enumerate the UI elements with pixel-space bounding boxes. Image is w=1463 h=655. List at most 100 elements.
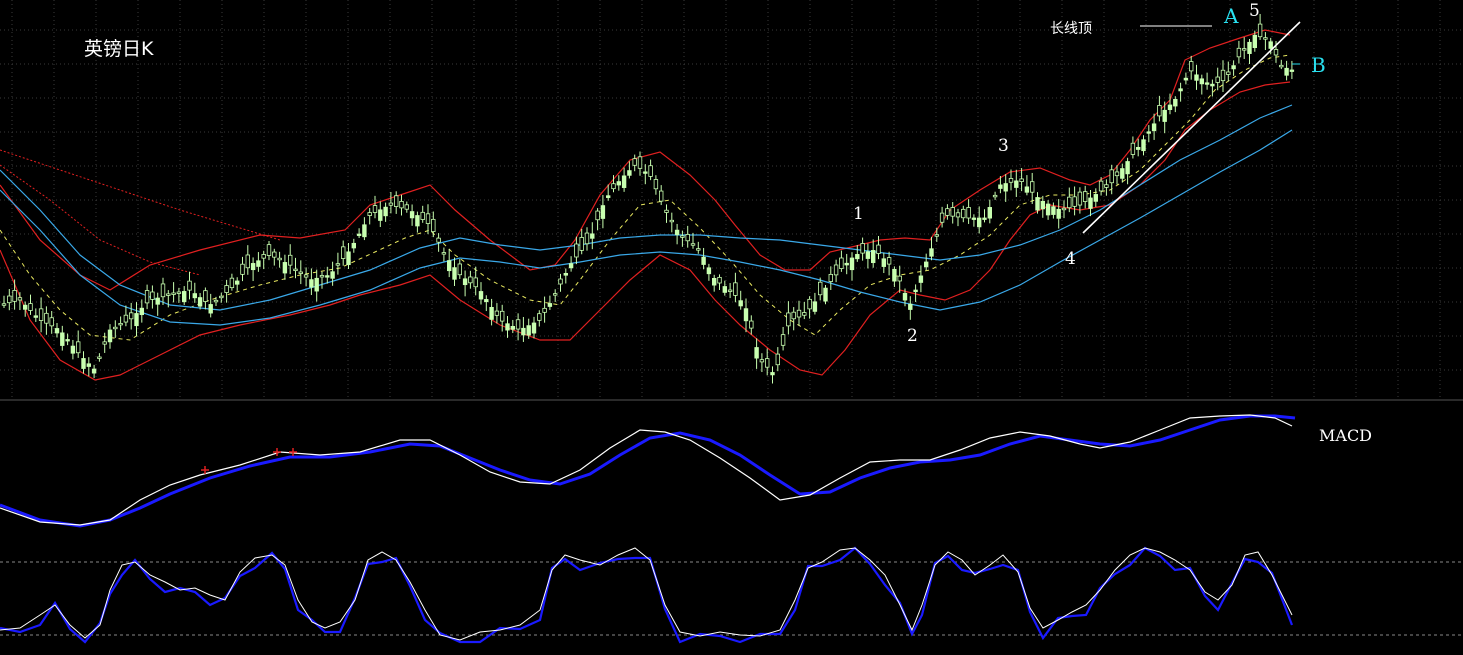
candle-body [1130, 142, 1136, 155]
candle-body [579, 237, 584, 251]
candle-body [176, 291, 182, 294]
candle-body [876, 244, 881, 254]
candle-body [659, 190, 664, 202]
trend-lines [1082, 21, 1301, 234]
candle-body [844, 262, 849, 266]
candle-body [1189, 61, 1194, 72]
lower-band-line [0, 81, 1291, 381]
candle-body [12, 289, 17, 302]
candle-body [1061, 207, 1067, 211]
candle-body [150, 291, 155, 300]
candle-body [1088, 197, 1093, 209]
candle-body [977, 217, 982, 228]
candle-body [139, 307, 144, 316]
candle-body [881, 258, 886, 267]
candle-body [404, 204, 409, 210]
candle-body [632, 158, 637, 166]
candle-body [1114, 171, 1120, 177]
candle-body [362, 224, 367, 238]
candle-body [1146, 131, 1151, 134]
candle-body [484, 299, 489, 303]
candle-body [489, 306, 494, 320]
forex-chart-canvas [0, 0, 1463, 644]
candle-body [293, 268, 298, 271]
macd-panel [0, 414, 1296, 528]
candle-body [648, 165, 653, 177]
candle-body [436, 237, 441, 243]
candle-body [1162, 109, 1167, 122]
candle-body [1051, 206, 1056, 215]
candle-body [33, 315, 38, 318]
candle-body [717, 276, 722, 284]
candle-body [939, 212, 945, 223]
upper-band-line [0, 29, 1291, 291]
annotation-wave-3: 3 [998, 136, 1009, 156]
candle-body [1273, 49, 1279, 56]
candle-body [664, 209, 669, 213]
chart-title: 英镑日K [84, 38, 154, 60]
candle-body [955, 212, 961, 218]
candle-body [1231, 65, 1236, 70]
candle-body [913, 289, 918, 293]
candle-body [855, 254, 860, 260]
candle-body [409, 211, 415, 219]
candle-body [1199, 78, 1204, 85]
candle-body [574, 243, 579, 258]
candle-body [1019, 178, 1024, 183]
candle-body [971, 217, 977, 220]
candle-body [192, 293, 197, 299]
candle-body [22, 304, 28, 310]
candle-body [1178, 88, 1183, 92]
candle-body [1173, 99, 1178, 107]
candle-body [1056, 208, 1061, 219]
candle-body [1257, 23, 1263, 38]
candle-body [60, 332, 65, 346]
candle-body [701, 256, 706, 265]
candle-body [431, 218, 436, 233]
macd-signal-line [0, 414, 1296, 528]
candle-body [1284, 67, 1289, 76]
candle-body [356, 233, 362, 236]
candle-body [606, 195, 611, 198]
candlestick-series [1, 13, 1295, 384]
candle-body [282, 262, 288, 274]
candle-body [1157, 105, 1162, 117]
moving-average-lines [0, 104, 1293, 326]
candle-body [531, 322, 537, 334]
candle-body [611, 183, 616, 190]
candle-body [468, 276, 473, 284]
candle-body [722, 286, 727, 293]
candle-body [871, 250, 876, 264]
candle-body [1083, 191, 1088, 202]
candle-body [187, 280, 192, 291]
candle-body [1104, 184, 1109, 188]
candle-body [346, 251, 351, 266]
candle-body [690, 243, 696, 246]
candle-body [473, 277, 478, 288]
candle-body [590, 233, 595, 239]
candle-body [1125, 161, 1130, 175]
candle-body [780, 334, 786, 346]
candle-body [372, 205, 378, 213]
candle-body [706, 267, 712, 275]
candle-body [616, 181, 621, 186]
candle-body [224, 285, 229, 293]
candle-body [28, 303, 33, 311]
candle-body [1226, 71, 1231, 75]
candle-body [378, 209, 383, 221]
candle-body [219, 295, 224, 299]
candle-body [107, 329, 113, 343]
annotation-wave-5: 5 [1249, 1, 1260, 21]
candle-body [330, 271, 335, 279]
candle-body [319, 275, 325, 278]
candle-body [563, 272, 568, 276]
candle-body [113, 326, 118, 330]
candle-body [1183, 77, 1189, 81]
candle-body [118, 323, 123, 326]
candle-body [1194, 74, 1199, 81]
candle-body [266, 244, 272, 256]
candle-body [229, 277, 235, 289]
candle-body [49, 317, 54, 327]
candle-body [802, 312, 807, 316]
candle-body [272, 251, 277, 258]
